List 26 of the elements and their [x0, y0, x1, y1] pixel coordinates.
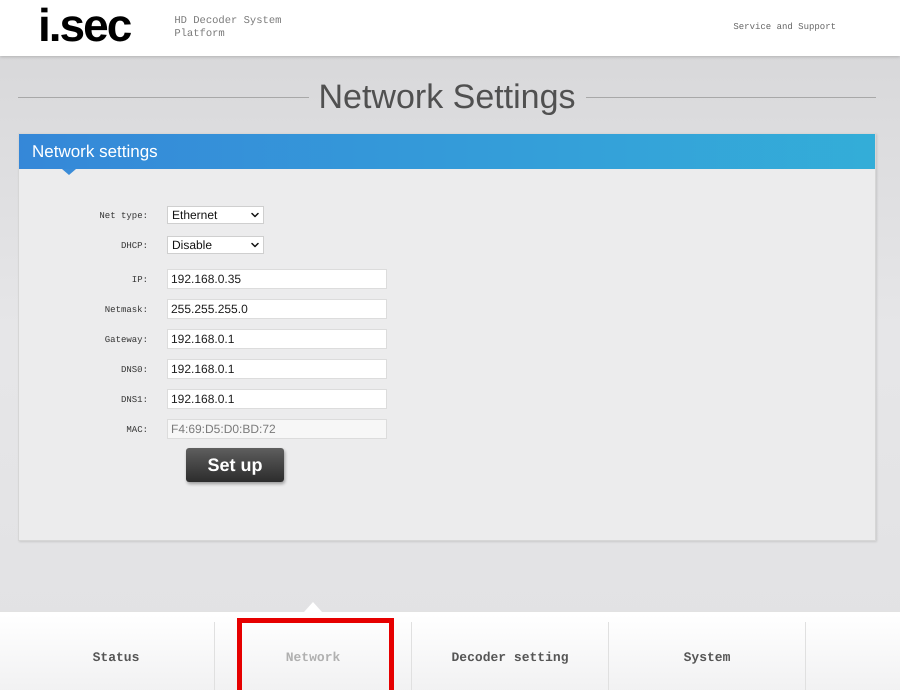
nav-tab[interactable]: Status [18, 612, 214, 690]
input-field[interactable]: 192.168.0.1 [167, 359, 387, 379]
field-label: DNS0: [120, 364, 148, 378]
nav-tab[interactable]: Decoder setting [412, 612, 608, 690]
field-label: IP: [130, 274, 148, 288]
input-field[interactable]: 192.168.0.1 [167, 389, 387, 409]
support-link[interactable]: Service and Support [733, 21, 836, 35]
nav-tab[interactable]: System [609, 612, 805, 690]
input-field[interactable]: 192.168.0.1 [167, 329, 387, 349]
setup-button[interactable]: Set up [186, 448, 284, 482]
panel-title: Network settings [32, 143, 158, 160]
page-title: Network Settings [318, 80, 576, 114]
select-field[interactable]: Ethernet [167, 206, 264, 224]
field-label: Gateway: [104, 334, 148, 348]
field-label: MAC: [125, 424, 148, 438]
input-field[interactable]: 192.168.0.35 [167, 269, 387, 289]
logo[interactable]: i.sec [38, 2, 130, 54]
field-label: Netmask: [104, 304, 148, 318]
field-label: DHCP: [120, 240, 148, 254]
pointer-triangle-icon [304, 602, 322, 612]
field-label: Net type: [98, 210, 148, 224]
input-field[interactable]: 255.255.255.0 [167, 299, 387, 319]
field-label: DNS1: [120, 394, 148, 408]
select-field[interactable]: Disable [167, 236, 264, 254]
pointer-triangle-icon [62, 169, 76, 175]
platform-subtitle: HD Decoder System Platform [174, 15, 282, 41]
